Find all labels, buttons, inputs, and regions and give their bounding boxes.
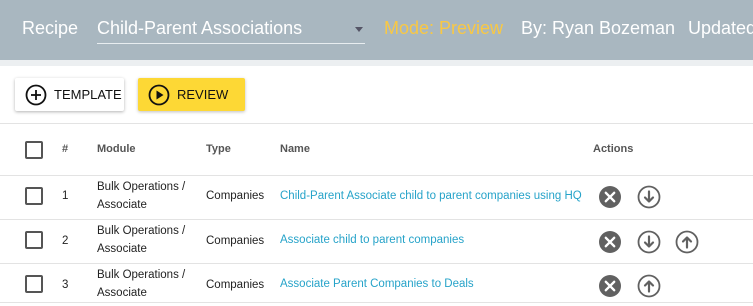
updated-label: Updated bbox=[688, 18, 753, 38]
recipe-select[interactable]: Child-Parent Associations bbox=[97, 14, 365, 44]
divider bbox=[0, 302, 753, 303]
row-module-line1: Bulk Operations / bbox=[97, 269, 186, 281]
recipe-panel: TEMPLATE REVIEW # Module Type Name Actio… bbox=[0, 66, 753, 306]
row-module-line2: Associate bbox=[97, 287, 147, 299]
row-module-line1: Bulk Operations / bbox=[97, 225, 186, 237]
mode-label: Mode: Preview bbox=[384, 18, 504, 38]
review-button[interactable]: REVIEW bbox=[138, 78, 245, 111]
column-header-number: # bbox=[62, 143, 69, 155]
recipe-select-value: Child-Parent Associations bbox=[97, 18, 303, 38]
row-module-line1: Bulk Operations / bbox=[97, 181, 186, 193]
row-checkbox[interactable] bbox=[25, 187, 43, 205]
row-name-link[interactable]: Child-Parent Associate child to parent c… bbox=[280, 190, 582, 202]
remove-icon[interactable] bbox=[598, 230, 622, 254]
divider bbox=[0, 263, 753, 264]
row-name-link[interactable]: Associate Parent Companies to Deals bbox=[280, 278, 474, 290]
divider bbox=[0, 123, 753, 124]
row-type: Companies bbox=[206, 235, 265, 247]
row-name-link[interactable]: Associate child to parent companies bbox=[280, 234, 464, 246]
row-module-line2: Associate bbox=[97, 199, 147, 211]
row-number: 2 bbox=[62, 235, 69, 247]
play-circle-icon bbox=[148, 84, 170, 105]
recipe-label: Recipe bbox=[22, 18, 79, 38]
row-checkbox[interactable] bbox=[25, 231, 43, 249]
plus-circle-icon bbox=[25, 84, 47, 105]
move-down-icon[interactable] bbox=[637, 230, 661, 254]
top-bar: Recipe Child-Parent Associations Mode: P… bbox=[0, 0, 753, 60]
author-label: By: Ryan Bozeman bbox=[521, 18, 676, 38]
remove-icon[interactable] bbox=[598, 274, 622, 298]
move-up-icon[interactable] bbox=[637, 274, 661, 298]
move-down-icon[interactable] bbox=[637, 185, 661, 209]
column-header-module: Module bbox=[97, 143, 136, 155]
row-type: Companies bbox=[206, 190, 265, 202]
row-number: 3 bbox=[62, 279, 69, 291]
review-button-label: REVIEW bbox=[177, 87, 229, 102]
template-button-label: TEMPLATE bbox=[54, 87, 122, 102]
move-up-icon[interactable] bbox=[675, 230, 699, 254]
row-checkbox[interactable] bbox=[25, 275, 43, 293]
column-header-type: Type bbox=[206, 143, 231, 155]
divider bbox=[0, 219, 753, 220]
column-header-name: Name bbox=[280, 143, 310, 155]
divider bbox=[0, 175, 753, 176]
row-module-line2: Associate bbox=[97, 243, 147, 255]
template-button[interactable]: TEMPLATE bbox=[15, 78, 124, 111]
select-all-checkbox[interactable] bbox=[25, 141, 43, 159]
column-header-actions: Actions bbox=[593, 143, 634, 155]
row-type: Companies bbox=[206, 279, 265, 291]
chevron-down-icon bbox=[355, 27, 363, 32]
row-number: 1 bbox=[62, 190, 69, 202]
remove-icon[interactable] bbox=[598, 185, 622, 209]
